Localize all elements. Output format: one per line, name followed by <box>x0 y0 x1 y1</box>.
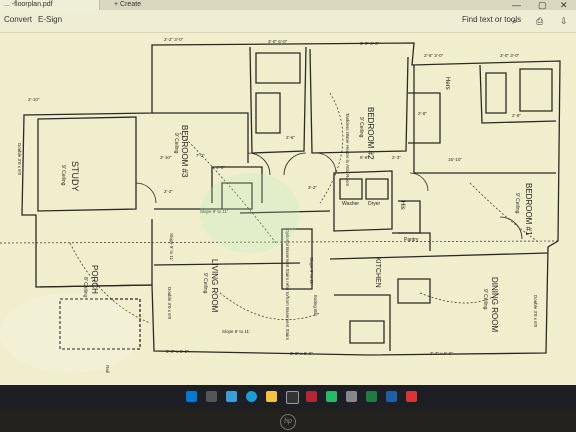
onedrive-icon[interactable] <box>386 391 397 402</box>
dim-top-2: 3'-0" 6'-0" <box>268 39 288 44</box>
search-icon[interactable] <box>206 391 217 402</box>
note-slope-entry: Slope 9' to 11' <box>169 233 174 261</box>
note-eating-bar: Eating Bar <box>313 295 318 317</box>
room-living-ceiling: 9' Ceiling <box>202 273 208 294</box>
dim-bottom-3: 3'-2" x 6'-0" <box>430 351 453 356</box>
dim-left-1: 3'-10" <box>160 155 172 160</box>
tab-floorplan-pdf[interactable]: ... -floorplan.pdf <box>0 0 100 10</box>
note-double-left: Double 3'0 x 6'0 <box>17 143 22 175</box>
store-icon[interactable] <box>286 391 299 404</box>
pdf-viewer-window: ... -floorplan.pdf + Create — ▢ ✕ Conver… <box>0 0 576 385</box>
photos-icon[interactable] <box>306 391 317 402</box>
room-bedroom1-ceiling: 9' Ceiling <box>514 193 520 214</box>
browser-tab-bar: ... -floorplan.pdf + Create — ▢ ✕ <box>0 0 576 10</box>
note-double-right: Double 3'0 x 6'0 <box>533 295 538 327</box>
edge-icon[interactable] <box>246 391 257 402</box>
dim-mid-9: 3'-2" <box>308 185 317 190</box>
photo-glare <box>0 173 300 373</box>
room-bedroom3-ceiling: 9' Ceiling <box>173 133 179 154</box>
files-icon[interactable] <box>266 391 277 402</box>
room-study: STUDY <box>70 161 80 192</box>
convert-button[interactable]: Convert <box>4 14 32 26</box>
dim-mid-2: 2'-8" <box>418 111 427 116</box>
dim-mid-3: 2'-6" <box>286 135 295 140</box>
room-living: LIVING ROOM <box>210 259 219 313</box>
door-swings <box>135 152 523 240</box>
windows-icon[interactable] <box>186 391 197 402</box>
room-kitchen: KITCHEN <box>374 257 381 288</box>
esign-button[interactable]: E-Sign <box>38 14 62 26</box>
room-hers: Hers <box>444 77 450 90</box>
dim-mid-6: 2'-8" <box>512 113 521 118</box>
dim-top-1: 2'-2" 3'-0" <box>164 37 184 42</box>
dim-mid-8: 7'-2" <box>196 153 205 158</box>
close-icon[interactable]: ✕ <box>560 0 568 10</box>
dim-bottom-2: 3'-0" x 6'-0" <box>290 351 313 356</box>
search-icon[interactable]: ⌕ <box>512 16 517 26</box>
room-his: His <box>399 201 405 210</box>
restore-icon[interactable]: ▢ <box>538 0 547 10</box>
note-slope-living2: Slope 9' to 11' <box>309 257 314 285</box>
minimize-icon[interactable]: — <box>512 0 521 10</box>
hp-logo-icon: hp <box>280 414 296 430</box>
room-pantry: Pantry <box>404 237 419 243</box>
dim-top-4: 2'-6" 3'-0" <box>424 53 444 58</box>
dim-top-3: 3'-0" 3'-0" <box>360 41 380 46</box>
floor-plan-page: STUDY 9' Ceiling BEDROOM #3 9' Ceiling B… <box>0 37 561 373</box>
create-label: Create <box>120 1 142 8</box>
acrobat-icon[interactable] <box>406 391 417 402</box>
room-study-ceiling: 9' Ceiling <box>60 165 66 186</box>
note-attic: Tankless Water Heater in Attic Room <box>345 113 350 186</box>
dim-top-5: 3'-0" 3'-0" <box>500 53 520 58</box>
room-bedroom1: BEDROOM #1 <box>524 183 533 236</box>
room-washer: Washer <box>342 201 359 207</box>
room-bedroom3: BEDROOM #3 <box>180 125 189 178</box>
pdf-toolbar: Convert E-Sign Find text or tools ⌕ ⎙ ⇩ <box>0 10 576 33</box>
dim-bottom-1: 5'-0" x 6'-0" <box>166 349 189 354</box>
note-double-porch: Double 3'0 x 6'0 <box>167 287 172 319</box>
dim-mid-1: 15'-10" <box>448 157 462 162</box>
excel-icon[interactable] <box>366 391 377 402</box>
dim-mid-10: 2'-2" <box>164 189 173 194</box>
taskview-icon[interactable] <box>226 391 237 402</box>
print-icon[interactable]: ⎙ <box>536 16 543 26</box>
note-basement: Optional Basement Stairs refer to/from B… <box>285 229 290 341</box>
tab-title: ... -floorplan.pdf <box>4 1 53 8</box>
dim-mid-5: 2'-3" <box>392 155 401 160</box>
room-dining-ceiling: 9' Ceiling <box>482 289 488 310</box>
dim-mid-7: 4'-0" <box>216 165 225 170</box>
download-icon[interactable]: ⇩ <box>560 16 568 26</box>
mail-icon[interactable] <box>326 391 337 402</box>
room-dryer: Dryer <box>368 201 381 207</box>
dim-left-2: 2'-10" <box>28 97 40 102</box>
xbox-icon[interactable] <box>346 391 357 402</box>
create-button[interactable]: + Create <box>112 0 141 10</box>
room-dining: DINING ROOM <box>490 277 499 332</box>
room-bedroom2: BEDROOM #2 <box>366 107 375 160</box>
note-slope-living: Slope 9' to 11' <box>222 329 250 334</box>
dim-mid-4: 5'-6" <box>360 155 369 160</box>
windows-taskbar <box>0 385 576 409</box>
room-porch: PORCH <box>90 265 99 294</box>
room-bedroom2-ceiling: 9' Ceiling <box>358 117 364 138</box>
